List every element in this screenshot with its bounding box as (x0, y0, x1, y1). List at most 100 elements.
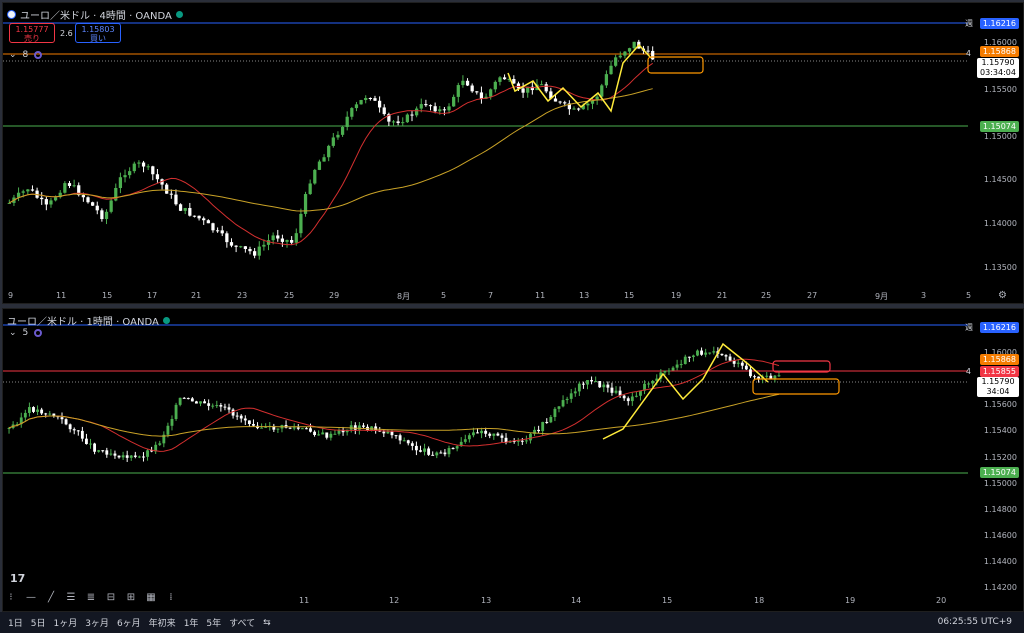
candle-body (476, 432, 479, 434)
time-axis-4h[interactable]: 9 11 15 17 21 23 25 29 8月 5 7 11 13 15 19 21 25 27 9月 3 5 (3, 291, 971, 301)
time-label: 19 (671, 291, 682, 300)
candle-body (340, 126, 345, 135)
brush-icon[interactable]: ⊞ (124, 592, 138, 603)
candle-body (463, 439, 467, 442)
sell-button[interactable]: 1.15777 売り (9, 23, 55, 43)
candle-body (158, 443, 162, 445)
candle-body (353, 425, 357, 430)
candle-body (765, 375, 769, 377)
candlestick-chart-1h[interactable] (3, 309, 1023, 611)
indicator-ring-icon (34, 329, 43, 337)
channel-icon[interactable]: ⊟ (104, 592, 118, 603)
timeframe-5y[interactable]: 5年 (206, 616, 221, 629)
candle-body (602, 384, 606, 388)
candle-body (544, 84, 548, 92)
candle-body (435, 452, 439, 456)
crosshair-icon[interactable]: ⁝ (4, 592, 18, 603)
candle-body (433, 106, 437, 112)
candle-body (410, 443, 414, 446)
candle-body (239, 415, 243, 419)
candle-body (470, 85, 474, 92)
timeframe-6m[interactable]: 6ヶ月 (117, 616, 141, 629)
eurusd-flag-icon (7, 10, 16, 19)
pitchfork-icon[interactable]: ≣ (84, 592, 98, 603)
settings-gear-icon[interactable]: ⚙ (998, 290, 1007, 301)
candle-body (419, 104, 423, 109)
candle-body (373, 98, 377, 101)
date-range-icon[interactable]: ⇆ (263, 618, 271, 628)
candle-body (553, 408, 557, 417)
indicator-toggle-4h[interactable]: ⌄ 8 (9, 50, 43, 60)
clock[interactable]: 06:25:55 UTC+9 (938, 617, 1012, 627)
fib-icon[interactable]: ☰ (64, 592, 78, 603)
candle-body (405, 114, 409, 123)
candle-body (128, 171, 132, 176)
candlestick-chart-4h[interactable] (3, 3, 1023, 303)
candle-body (736, 362, 740, 364)
candle-body (109, 200, 113, 212)
candle-body (174, 194, 178, 205)
text-icon[interactable]: ⁞ (164, 592, 178, 603)
candle-body (529, 433, 532, 441)
candle-body (257, 246, 261, 256)
drawing-toolbar[interactable]: ⁝ — ╱ ☰ ≣ ⊟ ⊞ ▦ ⁞ (4, 592, 178, 603)
candle-body (627, 48, 632, 52)
candle-body (357, 425, 361, 430)
candle-body (141, 162, 146, 167)
candle-body (182, 397, 186, 399)
candle-body (123, 175, 127, 178)
candle-body (622, 395, 626, 399)
candle-body (419, 450, 422, 452)
candle-body (100, 210, 104, 220)
candle-body (451, 448, 455, 450)
candle-body (322, 157, 326, 162)
timeframe-1d[interactable]: 1日 (8, 616, 23, 629)
candle-body (252, 424, 255, 426)
chart-pane-4h[interactable]: ユーロ／米ドル · 4時間 · OANDA 1.15777 売り 2.6 1.1… (2, 2, 1024, 304)
candle-body (336, 134, 340, 138)
candle-body (577, 383, 581, 392)
candle-body (345, 116, 349, 127)
candle-body (235, 415, 239, 417)
candle-body (563, 102, 567, 104)
candle-body (687, 356, 691, 358)
price-label: 1.15400 (983, 426, 1017, 435)
time-label: 12 (389, 596, 400, 605)
timeframe-ytd[interactable]: 年初来 (149, 616, 176, 629)
timeframe-1y[interactable]: 1年 (184, 616, 199, 629)
indicator-toggle-1h[interactable]: ⌄ 5 (9, 328, 43, 338)
candle-body (496, 433, 500, 436)
rectangle-icon[interactable]: ▦ (144, 592, 158, 603)
symbol-legend-4h[interactable]: ユーロ／米ドル · 4時間 · OANDA (7, 7, 183, 22)
symbol-legend-1h[interactable]: ユーロ／米ドル · 1時間 · OANDA (7, 313, 170, 328)
candle-body (296, 427, 300, 429)
chart-pane-1h[interactable]: ユーロ／米ドル · 1時間 · OANDA ⌄ 5 1.16000 1.1560… (2, 308, 1024, 612)
timeframe-5d[interactable]: 5日 (31, 616, 46, 629)
time-label: 15 (662, 596, 673, 605)
timeframe-1m[interactable]: 1ヶ月 (53, 616, 77, 629)
candle-body (623, 51, 627, 56)
price-label: 1.13500 (983, 263, 1017, 272)
horizontal-line-icon[interactable]: — (24, 592, 38, 603)
candle-body (93, 443, 97, 452)
candle-body (288, 427, 292, 429)
candle-body (632, 41, 636, 49)
candle-body (402, 440, 406, 442)
buy-button[interactable]: 1.15803 買い (75, 23, 121, 43)
candle-body (211, 223, 215, 231)
candle-body (309, 428, 312, 432)
candle-body (188, 208, 192, 216)
timeframe-all[interactable]: すべて (229, 616, 255, 629)
candle-body (52, 413, 56, 416)
candle-body (36, 409, 39, 412)
candle-body (728, 356, 732, 361)
candle-body (166, 425, 170, 435)
chevron-down-icon: ⌄ (9, 328, 17, 338)
candle-body (696, 350, 699, 356)
symbol-title: ユーロ／米ドル · 4時間 · OANDA (20, 11, 172, 22)
green-line-price-tag: 1.15074 (979, 121, 1019, 132)
candle-body (26, 189, 30, 192)
timeframe-3m[interactable]: 3ヶ月 (85, 616, 109, 629)
candle-body (178, 397, 182, 405)
trend-line-icon[interactable]: ╱ (44, 592, 58, 603)
